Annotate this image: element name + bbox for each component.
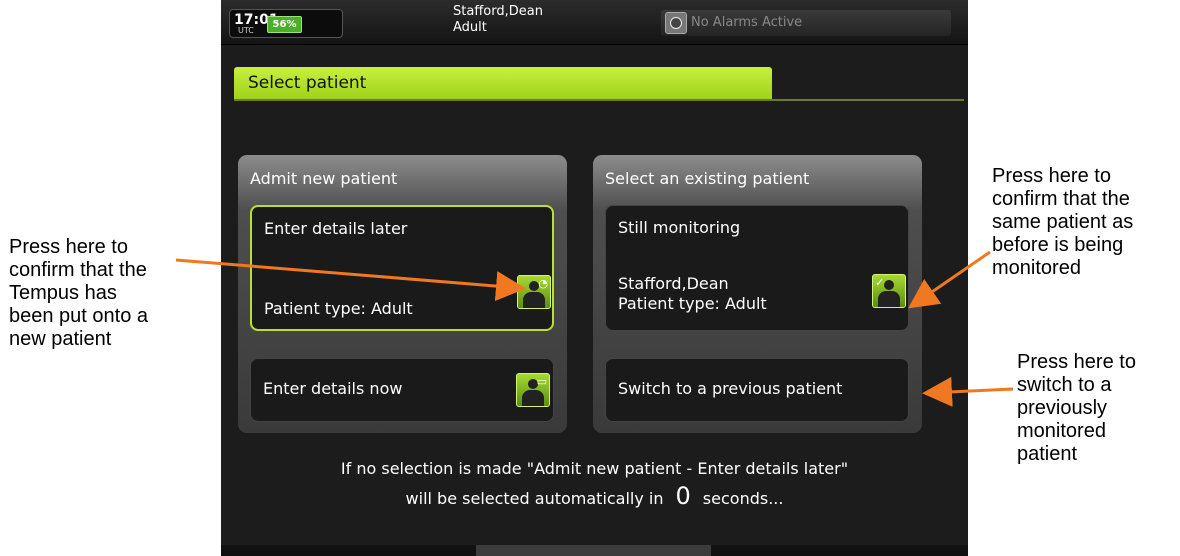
arrow-same-patient [908, 250, 991, 309]
arrow-previous-patient [922, 376, 1014, 407]
arrow-new-patient [175, 258, 526, 302]
annotation-arrows [175, 250, 1014, 407]
